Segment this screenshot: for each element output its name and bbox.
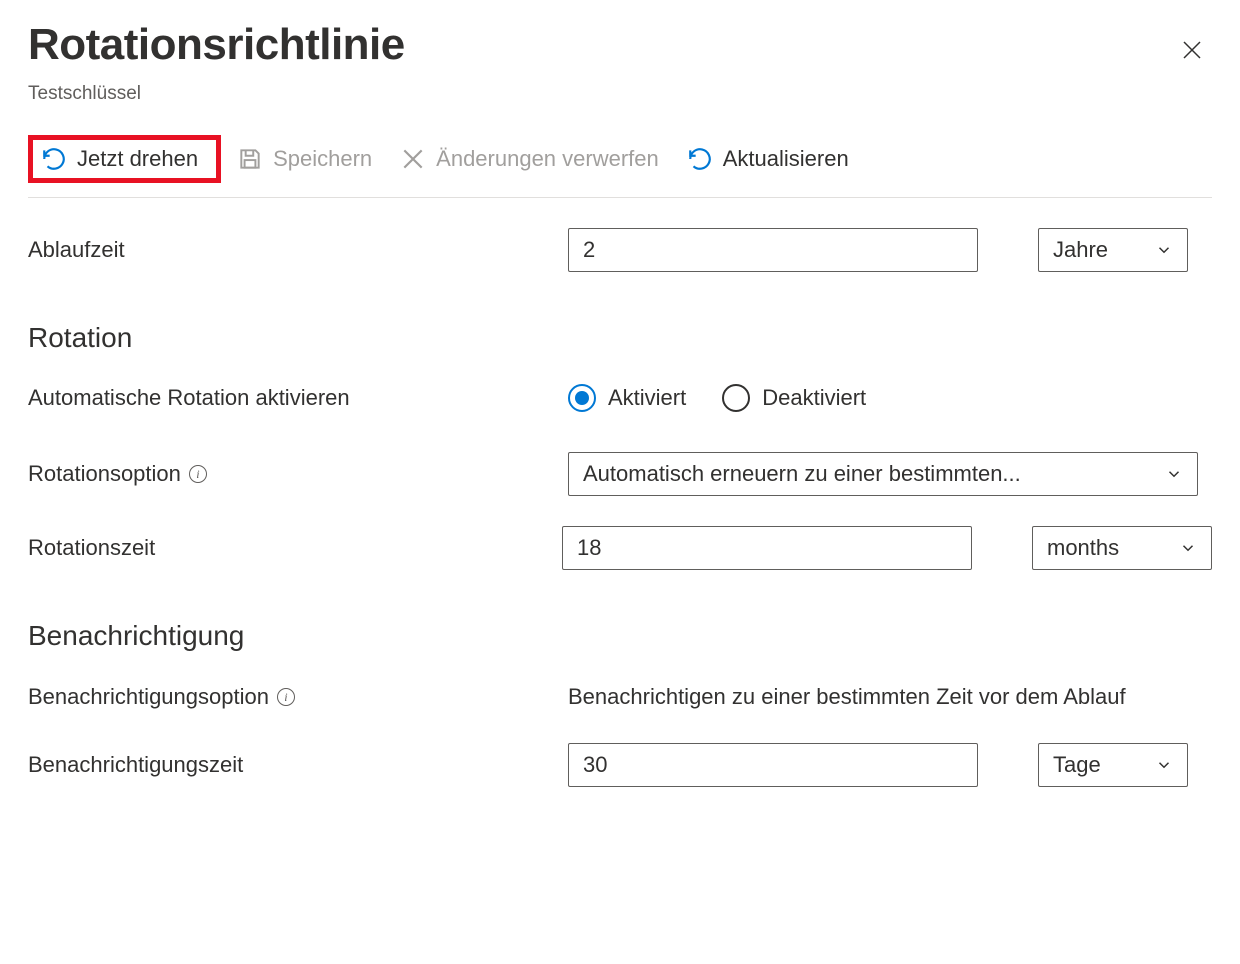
notification-option-value: Benachrichtigen zu einer bestimmten Zeit… bbox=[568, 682, 1126, 713]
rotation-time-unit-select[interactable]: months bbox=[1032, 526, 1212, 570]
refresh-button[interactable]: Aktualisieren bbox=[675, 140, 861, 178]
discard-button: Änderungen verwerfen bbox=[388, 140, 671, 178]
rotation-section-title: Rotation bbox=[28, 322, 1212, 354]
enable-rotation-label: Automatische Rotation aktivieren bbox=[28, 385, 568, 411]
notification-time-unit-value: Tage bbox=[1053, 752, 1101, 778]
discard-label: Änderungen verwerfen bbox=[436, 146, 659, 172]
rotate-now-label: Jetzt drehen bbox=[77, 146, 198, 172]
info-icon[interactable]: i bbox=[189, 465, 207, 483]
expiry-input[interactable] bbox=[568, 228, 978, 272]
chevron-down-icon bbox=[1155, 241, 1173, 259]
chevron-down-icon bbox=[1165, 465, 1183, 483]
notification-time-input[interactable] bbox=[568, 743, 978, 787]
expiry-unit-value: Jahre bbox=[1053, 237, 1108, 263]
rotation-option-label: Rotationsoption i bbox=[28, 461, 568, 487]
save-icon bbox=[237, 146, 263, 172]
rotation-disabled-label: Deaktiviert bbox=[762, 385, 866, 411]
rotation-option-select[interactable]: Automatisch erneuern zu einer bestimmten… bbox=[568, 452, 1198, 496]
rotation-time-unit-value: months bbox=[1047, 535, 1119, 561]
refresh-label: Aktualisieren bbox=[723, 146, 849, 172]
rotation-enabled-label: Aktiviert bbox=[608, 385, 686, 411]
chevron-down-icon bbox=[1179, 539, 1197, 557]
rotate-icon bbox=[41, 146, 67, 172]
chevron-down-icon bbox=[1155, 756, 1173, 774]
notification-time-label: Benachrichtigungszeit bbox=[28, 752, 568, 778]
close-icon bbox=[1180, 38, 1204, 62]
toolbar: Jetzt drehen Speichern Änderungen verwer… bbox=[28, 135, 1212, 198]
save-label: Speichern bbox=[273, 146, 372, 172]
close-button[interactable] bbox=[1172, 30, 1212, 75]
page-title: Rotationsrichtlinie bbox=[28, 20, 405, 70]
rotation-disabled-radio[interactable]: Deaktiviert bbox=[722, 384, 866, 412]
info-icon[interactable]: i bbox=[277, 688, 295, 706]
notification-option-label: Benachrichtigungsoption i bbox=[28, 684, 568, 710]
notification-section-title: Benachrichtigung bbox=[28, 620, 1212, 652]
rotation-option-value: Automatisch erneuern zu einer bestimmten… bbox=[583, 461, 1021, 487]
discard-icon bbox=[400, 146, 426, 172]
expiry-label: Ablaufzeit bbox=[28, 237, 568, 263]
save-button: Speichern bbox=[225, 140, 384, 178]
notification-time-unit-select[interactable]: Tage bbox=[1038, 743, 1188, 787]
radio-circle-selected bbox=[568, 384, 596, 412]
rotation-time-input[interactable] bbox=[562, 526, 972, 570]
expiry-unit-select[interactable]: Jahre bbox=[1038, 228, 1188, 272]
refresh-icon bbox=[687, 146, 713, 172]
page-subtitle: Testschlüssel bbox=[28, 83, 1212, 105]
rotate-now-button[interactable]: Jetzt drehen bbox=[28, 135, 221, 183]
radio-circle bbox=[722, 384, 750, 412]
rotation-enabled-radio[interactable]: Aktiviert bbox=[568, 384, 686, 412]
rotation-time-label: Rotationszeit bbox=[28, 535, 562, 561]
